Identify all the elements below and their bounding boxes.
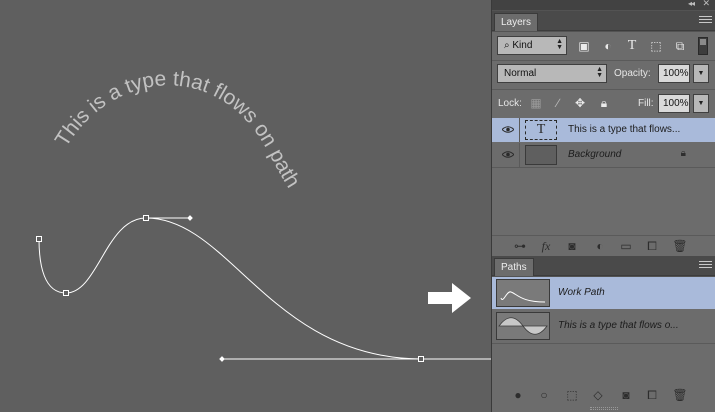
lock-transparent-icon[interactable]: ▦: [528, 95, 544, 111]
lock-image-brush-icon[interactable]: ∕: [550, 95, 566, 111]
layer-visibility-toggle[interactable]: [496, 143, 520, 167]
dock-title-strip: ◂◂ ✕: [492, 0, 715, 10]
eye-icon: [502, 151, 514, 158]
layer-name[interactable]: This is a type that flows...: [568, 124, 680, 135]
opacity-input[interactable]: 100%: [658, 64, 690, 83]
smart-object-filter-icon[interactable]: ⧉: [672, 38, 688, 54]
anchor-point[interactable]: [143, 215, 149, 221]
layers-tab-bar: Layers: [492, 11, 715, 31]
type-layer-icon: T: [525, 120, 557, 140]
adjustment-filter-icon[interactable]: ◐: [600, 38, 616, 54]
panel-menu-icon[interactable]: [699, 261, 712, 270]
work-path-curve[interactable]: [38, 217, 491, 360]
tab-paths[interactable]: Paths: [494, 258, 534, 276]
path-name[interactable]: This is a type that flows o...: [558, 320, 679, 331]
add-mask-icon[interactable]: ◙: [618, 387, 634, 403]
make-work-path-icon[interactable]: ◇: [590, 387, 606, 403]
layers-panel: ⌕ Kind ▲ ▼ ▣ ◐ T ⬚ ⧉ Normal ▲ ▼ Opacity: 1…: [492, 32, 715, 256]
new-group-icon[interactable]: ▭: [618, 238, 634, 254]
adjustment-layer-icon[interactable]: ◐: [592, 238, 608, 254]
layer-row-type[interactable]: T This is a type that flows...: [492, 118, 715, 142]
paths-panel: Work Path This is a type that flows o...…: [492, 277, 715, 412]
paths-tab-bar: Paths: [492, 256, 715, 276]
link-layers-icon[interactable]: ⊶: [512, 238, 528, 254]
layer-row-background[interactable]: Background 🔒︎: [492, 143, 715, 167]
filter-kind-value: Kind: [512, 40, 533, 51]
opacity-label: Opacity:: [614, 68, 651, 79]
handle-endpoint[interactable]: [219, 356, 225, 362]
search-icon: ⌕: [504, 40, 510, 51]
opacity-slider-button[interactable]: ▼: [693, 64, 709, 83]
path-thumbnail: [496, 279, 550, 307]
lock-icon: 🔒︎: [680, 148, 686, 159]
layer-name[interactable]: Background: [568, 149, 621, 160]
blend-mode-value: Normal: [504, 68, 537, 79]
filter-toggle-switch[interactable]: [698, 37, 708, 55]
panel-dock: ◂◂ ✕ Layers ⌕ Kind ▲ ▼ ▣ ◐ T ⬚ ⧉ Normal …: [491, 0, 715, 412]
image-filter-icon[interactable]: ▣: [576, 38, 592, 54]
path-preview: [500, 291, 546, 303]
path-preview: [498, 317, 548, 335]
spinner-arrows-icon: ▲ ▼: [596, 66, 603, 79]
eye-icon: [502, 126, 514, 133]
trash-icon[interactable]: 🗑︎: [672, 387, 688, 403]
new-path-icon[interactable]: ⧠: [644, 387, 660, 403]
add-mask-icon[interactable]: ◙: [564, 238, 580, 254]
stroke-path-icon[interactable]: ○: [536, 387, 552, 403]
path-thumbnail: [496, 312, 550, 340]
blend-row: Normal ▲ ▼ Opacity: 100% ▼: [492, 61, 715, 89]
panel-menu-icon[interactable]: [699, 16, 712, 25]
canvas-artwork: This is a type that flows on path: [36, 67, 491, 362]
anchor-point[interactable]: [63, 290, 69, 296]
fill-slider-button[interactable]: ▼: [693, 94, 709, 113]
layer-filter-row: ⌕ Kind ▲ ▼ ▣ ◐ T ⬚ ⧉: [492, 32, 715, 60]
fill-path-icon[interactable]: ●: [510, 387, 526, 403]
filter-kind-select[interactable]: ⌕ Kind ▲ ▼: [497, 36, 567, 55]
lock-row: Lock: ▦ ∕ ✥ 🔒︎ Fill: 100% ▼: [492, 90, 715, 118]
load-selection-icon[interactable]: ⬚: [564, 387, 580, 403]
path-name[interactable]: Work Path: [558, 287, 605, 298]
fx-icon[interactable]: fx: [538, 238, 554, 254]
layer-thumbnail: [525, 145, 557, 165]
right-arrow-icon: [428, 283, 471, 313]
spinner-arrows-icon: ▲ ▼: [556, 38, 563, 51]
layer-visibility-toggle[interactable]: [496, 118, 520, 142]
tab-layers[interactable]: Layers: [494, 13, 539, 31]
lock-label: Lock:: [498, 98, 522, 109]
lock-position-icon[interactable]: ✥: [572, 95, 588, 111]
type-on-path[interactable]: This is a type that flows on path: [51, 67, 305, 191]
trash-icon[interactable]: 🗑︎: [672, 238, 688, 254]
anchor-point[interactable]: [418, 356, 424, 362]
collapse-panels-icon[interactable]: ◂◂: [688, 0, 695, 8]
panel-resize-grip[interactable]: [590, 407, 618, 410]
path-row-type-path[interactable]: This is a type that flows o...: [492, 310, 715, 342]
handle-endpoint[interactable]: [187, 215, 193, 221]
paths-footer-toolbar: ● ○ ⬚ ◇ ◙ ⧠ 🗑︎: [492, 385, 715, 405]
path-row-work-path[interactable]: Work Path: [492, 277, 715, 309]
layers-footer-toolbar: ⊶ fx ◙ ◐ ▭ ⧠ 🗑︎: [492, 235, 715, 255]
close-icon[interactable]: ✕: [702, 0, 710, 9]
type-filter-icon[interactable]: T: [624, 38, 640, 54]
lock-all-icon[interactable]: 🔒︎: [596, 95, 612, 111]
anchor-point[interactable]: [36, 236, 42, 242]
new-layer-icon[interactable]: ⧠: [644, 238, 660, 254]
fill-input[interactable]: 100%: [658, 94, 690, 113]
blend-mode-select[interactable]: Normal ▲ ▼: [497, 64, 607, 83]
shape-filter-icon[interactable]: ⬚: [648, 38, 664, 54]
document-canvas[interactable]: This is a type that flows on path: [0, 0, 491, 412]
fill-label: Fill:: [638, 98, 654, 109]
